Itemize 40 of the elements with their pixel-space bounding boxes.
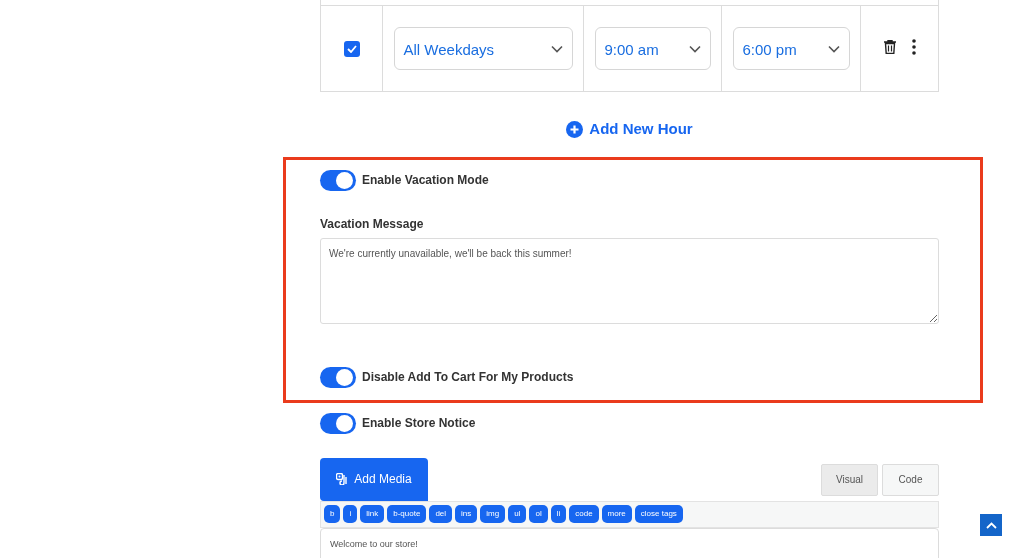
quicktag-button[interactable]: code	[569, 505, 599, 523]
select-field[interactable]: 9:00 am	[594, 27, 711, 70]
quicktag-button[interactable]: more	[601, 505, 632, 523]
editor-tab[interactable]: Code	[882, 463, 939, 496]
quicktag-button[interactable]: img	[480, 505, 506, 523]
more-icon[interactable]	[911, 38, 916, 55]
quicktag-button[interactable]: ul	[508, 505, 527, 523]
add-media-button[interactable]: Add Media	[320, 457, 428, 501]
quicktag-button[interactable]: close tags	[634, 505, 683, 523]
scroll-top-button[interactable]	[980, 514, 1002, 536]
select-field[interactable]: 6:00 pm	[732, 27, 850, 70]
quicktag-button[interactable]: ol	[529, 505, 548, 523]
editor-tab[interactable]: Visual	[821, 463, 878, 496]
quicktag-button[interactable]: ins	[455, 505, 478, 523]
toggle-label: Disable Add To Cart For My Products	[362, 369, 574, 386]
chevron-icon	[827, 44, 840, 53]
checkbox[interactable]	[343, 40, 360, 57]
media-icon	[336, 473, 350, 485]
add-hour-link[interactable]: Add New Hour	[566, 118, 693, 141]
chevron-icon	[688, 44, 701, 53]
plus-circle-icon	[566, 120, 584, 138]
toggle-switch[interactable]	[320, 412, 356, 434]
quicktag-button[interactable]: b	[324, 505, 341, 523]
toggle-switch[interactable]	[320, 366, 356, 388]
chevron-up-icon	[985, 521, 997, 529]
select-field[interactable]: All Weekdays	[393, 27, 573, 70]
toggle-switch[interactable]	[320, 169, 356, 191]
quicktag-button[interactable]: link	[360, 505, 385, 523]
toggle-label: Enable Vacation Mode	[362, 172, 489, 189]
editor-field[interactable]: Welcome to our store!	[320, 527, 939, 558]
quicktag-button[interactable]: i	[343, 505, 358, 523]
quicktag-button[interactable]: b-quote	[387, 505, 427, 523]
check-icon	[346, 44, 357, 53]
field-label: Vacation Message	[320, 215, 425, 233]
toggle-label: Enable Store Notice	[362, 415, 476, 432]
message-field[interactable]: We're currently unavailable, we'll be back this summer!	[320, 237, 939, 324]
chevron-icon	[550, 44, 563, 53]
quicktag-button[interactable]: del	[429, 505, 453, 523]
trash-icon[interactable]	[883, 39, 896, 54]
quicktag-button[interactable]: li	[550, 505, 567, 523]
